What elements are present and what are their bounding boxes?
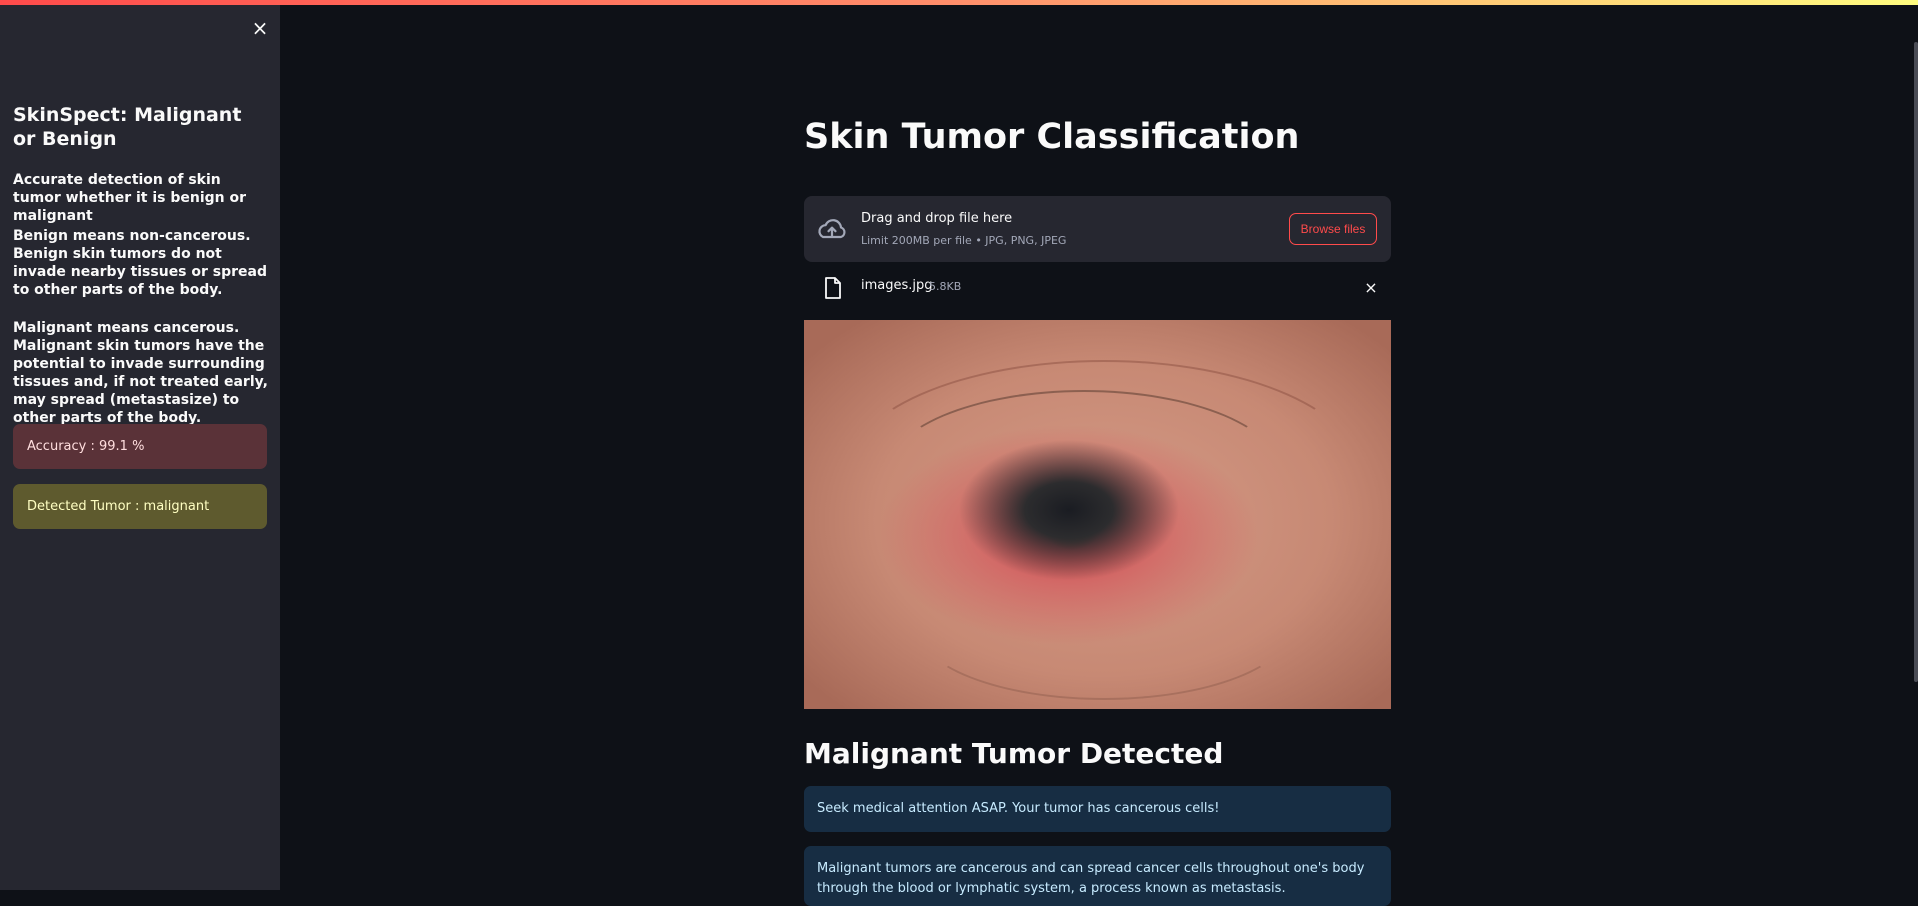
scrollbar[interactable] [1914, 42, 1918, 682]
file-icon [824, 277, 842, 299]
cloud-upload-icon [816, 214, 848, 244]
sidebar-intro: Accurate detection of skin tumor whether… [13, 172, 247, 224]
info-alert-seek-attention: Seek medical attention ASAP. Your tumor … [804, 786, 1391, 832]
top-decoration-bar [0, 0, 1918, 5]
accuracy-alert: Accuracy : 99.1 % [13, 424, 267, 469]
info-alert-malignant-description: Malignant tumors are cancerous and can s… [804, 846, 1391, 906]
uploaded-file-row: images.jpg 5.8KB × [804, 270, 1391, 306]
file-uploader-dropzone[interactable]: Drag and drop file here Limit 200MB per … [804, 196, 1391, 262]
result-heading: Malignant Tumor Detected [804, 737, 1224, 770]
file-size: 5.8KB [929, 280, 962, 293]
file-name: images.jpg [861, 278, 933, 293]
detected-tumor-alert: Detected Tumor : malignant [13, 484, 267, 529]
sidebar-benign-text: Benign means non-cancerous. Benign skin … [13, 228, 268, 298]
upload-drop-text: Drag and drop file here [861, 211, 1013, 226]
sidebar-title: SkinSpect: Malignant or Benign [13, 104, 242, 150]
image-lower-fold [914, 550, 1294, 700]
page-title: Skin Tumor Classification [804, 117, 1300, 157]
upload-limit-text: Limit 200MB per file • JPG, PNG, JPEG [861, 234, 1067, 247]
close-icon[interactable]: × [246, 14, 274, 42]
uploaded-image-preview [804, 320, 1391, 709]
sidebar-malignant-text: Malignant means cancerous. Malignant ski… [13, 320, 268, 426]
remove-file-close-icon[interactable]: × [1357, 274, 1385, 302]
sidebar: × SkinSpect: Malignant or Benign Accurat… [0, 5, 280, 890]
browse-files-button[interactable]: Browse files [1289, 213, 1377, 245]
image-eyelid-line [884, 390, 1284, 560]
